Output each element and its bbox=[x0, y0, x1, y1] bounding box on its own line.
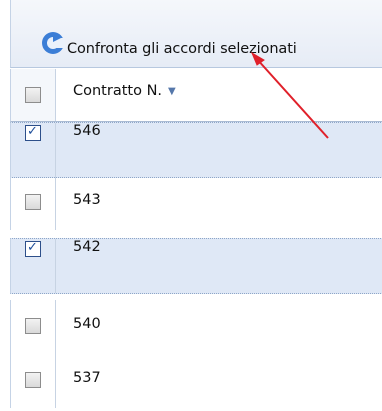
row-checkbox-cell bbox=[11, 176, 56, 230]
row-checkbox[interactable]: ✓ bbox=[25, 124, 41, 141]
row-checkbox[interactable] bbox=[25, 318, 41, 334]
column-header-contract-number[interactable]: Contratto N. ▼ bbox=[73, 83, 176, 99]
grid-header: Contratto N. ▼ bbox=[10, 69, 382, 122]
row-checkbox[interactable]: ✓ bbox=[25, 240, 41, 257]
table-row[interactable]: ✓ 542 bbox=[10, 238, 382, 294]
compare-agreements-label: Confronta gli accordi selezionati bbox=[67, 41, 297, 57]
column-header-label: Contratto N. bbox=[73, 83, 163, 99]
checkmark-icon: ✓ bbox=[27, 240, 38, 255]
row-checkbox-cell bbox=[11, 354, 56, 408]
compare-agreements-button[interactable]: Confronta gli accordi selezionati bbox=[10, 0, 382, 68]
header-checkbox-cell bbox=[11, 69, 56, 121]
row-checkbox-cell: ✓ bbox=[11, 239, 56, 293]
row-checkbox-cell: ✓ bbox=[11, 123, 56, 177]
refresh-arrow-icon bbox=[39, 29, 67, 57]
contract-number-cell: 540 bbox=[73, 316, 101, 332]
contract-number-cell: 542 bbox=[73, 239, 101, 255]
row-checkbox[interactable] bbox=[25, 372, 41, 388]
grid-panel: Confronta gli accordi selezionati Contra… bbox=[10, 0, 382, 411]
contract-number-cell: 543 bbox=[73, 192, 101, 208]
table-row[interactable]: 540 bbox=[10, 300, 382, 354]
sort-desc-icon[interactable]: ▼ bbox=[168, 86, 176, 97]
checkmark-icon: ✓ bbox=[27, 124, 38, 139]
table-row[interactable]: 537 bbox=[10, 354, 382, 408]
contract-number-cell: 537 bbox=[73, 370, 101, 386]
select-all-checkbox[interactable] bbox=[25, 87, 41, 103]
row-checkbox[interactable] bbox=[25, 194, 41, 210]
table-row[interactable]: 543 bbox=[10, 176, 382, 230]
contract-number-cell: 546 bbox=[73, 123, 101, 139]
table-row[interactable]: ✓ 546 bbox=[10, 122, 382, 178]
row-checkbox-cell bbox=[11, 300, 56, 354]
